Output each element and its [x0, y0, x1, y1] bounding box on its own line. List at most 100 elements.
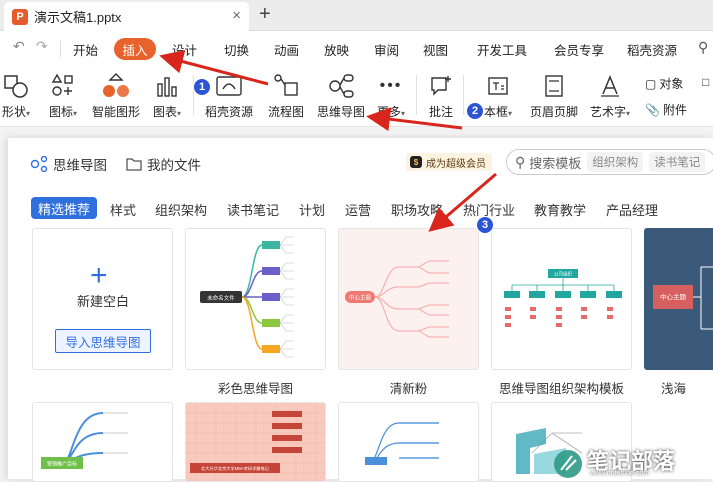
- new-tab-button[interactable]: +: [259, 3, 271, 26]
- paperclip-icon: 📎: [645, 102, 660, 117]
- template-card-pink[interactable]: 中心主题: [338, 228, 479, 370]
- tab-operations[interactable]: 运营: [345, 200, 371, 219]
- chart-button[interactable]: 图表▾: [149, 65, 185, 125]
- smart-graphic-button[interactable]: 智能图形: [90, 65, 142, 125]
- tab-reading-notes[interactable]: 读书笔记: [227, 200, 279, 219]
- close-icon[interactable]: ×: [232, 7, 241, 24]
- icons-button[interactable]: 图标▾: [44, 65, 82, 125]
- title-bar: P 演示文稿1.pptx × +: [0, 0, 713, 31]
- attachment-label: 附件: [662, 103, 687, 117]
- ribbon-toolbar: 形状▾ 图标▾ 智能图形 图表▾ 稻壳资源 流程图 思维导图 ••• 更多▾ 批…: [0, 65, 713, 127]
- textbox-button[interactable]: 本框▾: [478, 65, 518, 125]
- chart-label: 图表: [152, 105, 177, 119]
- template-card-colorful[interactable]: 未命名文件: [185, 228, 326, 370]
- menu-design[interactable]: 设计: [172, 40, 197, 59]
- tab-styles[interactable]: 样式: [110, 200, 136, 219]
- template-thumbnail: 公司组织: [504, 269, 622, 327]
- template-card-blue-branch[interactable]: [338, 402, 479, 482]
- document-tab[interactable]: P 演示文稿1.pptx ×: [4, 2, 249, 31]
- menu-member[interactable]: 会员专享: [554, 40, 604, 59]
- document-name: 演示文稿1.pptx: [34, 10, 122, 25]
- step-badge-2: 2: [466, 102, 484, 120]
- presentation-icon: P: [12, 8, 28, 25]
- flowchart-button[interactable]: 流程图: [265, 65, 307, 125]
- tab-mindmap-label: 思维导图: [53, 158, 107, 173]
- template-name: 浅海: [661, 382, 687, 396]
- divider: [463, 75, 464, 115]
- tab-my-files[interactable]: 我的文件: [126, 154, 201, 174]
- tab-education[interactable]: 教育教学: [534, 200, 586, 219]
- import-mindmap-button[interactable]: 导入思维导图: [55, 329, 151, 353]
- template-name: 彩色思维导图: [217, 382, 293, 396]
- svg-text:未命名文件: 未命名文件: [207, 294, 235, 302]
- menu-home[interactable]: 开始: [73, 40, 98, 59]
- chevron-down-icon: ▾: [401, 109, 406, 118]
- object-icon: ▢: [645, 76, 657, 91]
- mindmap-button[interactable]: 思维导图: [313, 65, 369, 125]
- search-chip-org[interactable]: 组织架构: [587, 152, 644, 172]
- menu-insert[interactable]: 插入: [114, 38, 156, 60]
- tab-product-manager[interactable]: 产品经理: [606, 200, 658, 219]
- mindmap-label: 思维导图: [316, 105, 365, 119]
- new-blank-card[interactable]: + 新建空白 导入思维导图: [32, 228, 173, 370]
- docer-resources-button[interactable]: 稻壳资源: [202, 65, 256, 125]
- watermark: 笔记部落 www.notetribe.com: [506, 424, 713, 479]
- menu-slideshow[interactable]: 放映: [324, 40, 349, 59]
- attachment-button[interactable]: 📎 附件: [645, 101, 687, 118]
- chevron-down-icon: ▾: [26, 109, 31, 118]
- template-thumbnail: 北大光华北京大学MBA考研学霸笔记: [186, 403, 325, 481]
- shapes-label: 形状: [1, 105, 26, 119]
- date-icon[interactable]: □: [702, 75, 709, 89]
- template-thumbnail: [365, 422, 439, 465]
- search-chip-reading[interactable]: 读书笔记: [649, 152, 706, 172]
- tab-career[interactable]: 职场攻略: [391, 200, 443, 219]
- template-card-org[interactable]: 公司组织: [491, 228, 632, 370]
- menu-animations[interactable]: 动画: [274, 40, 299, 59]
- svg-text:中心主题: 中心主题: [660, 292, 687, 301]
- template-search-input[interactable]: ⚲ 搜索模板 组织架构 读书笔记: [506, 149, 713, 175]
- menu-docer-resources[interactable]: 稻壳资源: [627, 40, 677, 59]
- tab-mindmap[interactable]: 思维导图: [30, 154, 107, 174]
- step-badge-1: 1: [193, 78, 211, 96]
- comment-label: 批注: [428, 105, 453, 119]
- menu-review[interactable]: 审阅: [374, 40, 399, 59]
- become-vip-badge[interactable]: $ 成为超级会员: [406, 153, 492, 171]
- tab-plan[interactable]: 计划: [299, 200, 325, 219]
- menu-bar: ↶ ↷ 开始 插入 设计 切换 动画 放映 审阅 视图 开发工具 会员专享 稻壳…: [0, 31, 713, 65]
- svg-text:营销推广目标: 营销推广目标: [47, 461, 77, 468]
- template-card-green[interactable]: 营销推广目标: [32, 402, 173, 482]
- tab-org-structure[interactable]: 组织架构: [155, 200, 207, 219]
- redo-icon[interactable]: ↷: [36, 38, 48, 55]
- watermark-url: www.notetribe.com: [590, 470, 650, 477]
- template-name: 思维导图组织架构模板: [498, 382, 624, 396]
- chevron-down-icon: ▾: [626, 109, 631, 118]
- wordart-button[interactable]: 艺术字▾: [588, 65, 632, 125]
- shapes-button[interactable]: 形状▾: [0, 65, 34, 125]
- template-thumbnail: 中心主题: [653, 266, 713, 330]
- header-footer-button[interactable]: 页眉页脚: [528, 65, 580, 125]
- header-footer-icon: [543, 71, 565, 101]
- object-button[interactable]: ▢ 对象: [645, 75, 683, 92]
- wordart-icon: [598, 71, 622, 101]
- chevron-down-icon: ▾: [73, 109, 78, 118]
- more-button[interactable]: ••• 更多▾: [374, 65, 408, 125]
- category-tabs: 精选推荐 样式 组织架构 读书笔记 计划 运营 职场攻略 热门行业 教育教学 产…: [8, 196, 713, 222]
- textbox-label: 本框: [483, 105, 508, 119]
- search-icon[interactable]: ⚲: [698, 39, 708, 56]
- undo-icon[interactable]: ↶: [13, 38, 25, 55]
- template-card-dark[interactable]: 中心主题: [644, 228, 713, 370]
- new-blank-label: 新建空白: [76, 294, 129, 309]
- tab-featured[interactable]: 精选推荐: [31, 197, 98, 219]
- menu-view[interactable]: 视图: [423, 40, 448, 59]
- comment-button[interactable]: 批注: [425, 65, 457, 125]
- smart-graphic-label: 智能图形: [91, 105, 140, 119]
- template-thumbnail: 营销推广目标: [41, 412, 128, 469]
- chevron-down-icon: ▾: [177, 109, 182, 118]
- svg-text:中心主题: 中心主题: [349, 294, 372, 302]
- template-card-red-grid[interactable]: 北大光华北京大学MBA考研学霸笔记: [185, 402, 326, 482]
- chevron-down-icon: ▾: [508, 109, 513, 118]
- wordart-label: 艺术字: [589, 105, 626, 119]
- menu-transitions[interactable]: 切换: [224, 40, 249, 59]
- menu-developer[interactable]: 开发工具: [477, 40, 527, 59]
- plus-icon: +: [90, 259, 108, 292]
